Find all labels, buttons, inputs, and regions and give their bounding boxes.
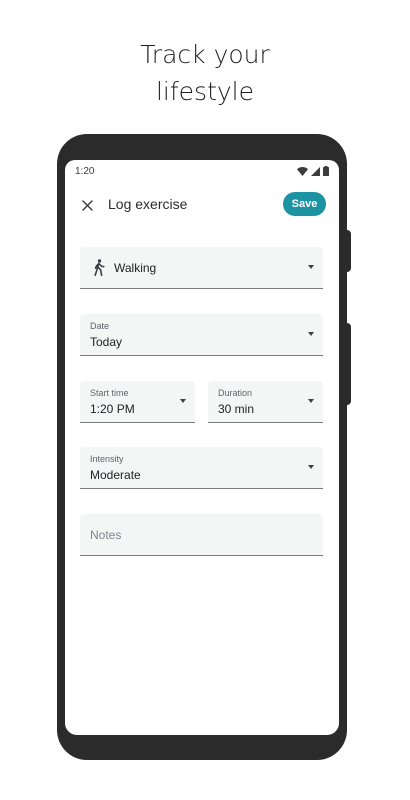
- start-time-label: Start time: [90, 388, 129, 398]
- intensity-label: Intensity: [90, 454, 124, 464]
- activity-select[interactable]: Walking: [80, 247, 323, 289]
- start-time-value: 1:20 PM: [90, 402, 135, 416]
- intensity-select[interactable]: Intensity Moderate: [80, 447, 323, 489]
- date-select[interactable]: Date Today: [80, 314, 323, 356]
- close-icon: [81, 199, 93, 211]
- battery-icon: [323, 166, 329, 176]
- activity-value: Walking: [114, 261, 157, 275]
- chevron-down-icon: [180, 399, 186, 403]
- notes-input[interactable]: Notes: [80, 514, 323, 556]
- headline-line-1: Track your: [140, 40, 270, 69]
- app-bar: Log exercise Save: [65, 190, 339, 220]
- duration-value: 30 min: [218, 402, 255, 416]
- chevron-down-icon: [308, 399, 314, 403]
- chevron-down-icon: [308, 465, 314, 469]
- promo-headline: Track your lifestyle: [0, 36, 410, 110]
- duration-select[interactable]: Duration 30 min: [208, 381, 323, 423]
- chevron-down-icon: [308, 265, 314, 269]
- page-title: Log exercise: [108, 196, 188, 212]
- date-value: Today: [90, 335, 123, 349]
- phone-volume-button: [345, 323, 351, 405]
- wifi-icon: [297, 166, 308, 176]
- phone-power-button: [345, 230, 351, 272]
- status-time: 1:20: [75, 165, 95, 177]
- phone-screen: 1:20 Log exercise Save Walking Date Toda…: [65, 160, 339, 735]
- status-icons: [297, 166, 329, 176]
- headline-line-2: lifestyle: [155, 77, 255, 106]
- chevron-down-icon: [308, 332, 314, 336]
- save-button[interactable]: Save: [283, 192, 326, 216]
- duration-label: Duration: [218, 388, 253, 398]
- walking-icon: [94, 259, 105, 276]
- start-time-select[interactable]: Start time 1:20 PM: [80, 381, 195, 423]
- signal-icon: [311, 166, 320, 176]
- status-bar: 1:20: [65, 160, 339, 182]
- date-label: Date: [90, 321, 110, 331]
- close-button[interactable]: [77, 195, 97, 215]
- notes-placeholder: Notes: [90, 528, 122, 542]
- intensity-value: Moderate: [90, 468, 141, 482]
